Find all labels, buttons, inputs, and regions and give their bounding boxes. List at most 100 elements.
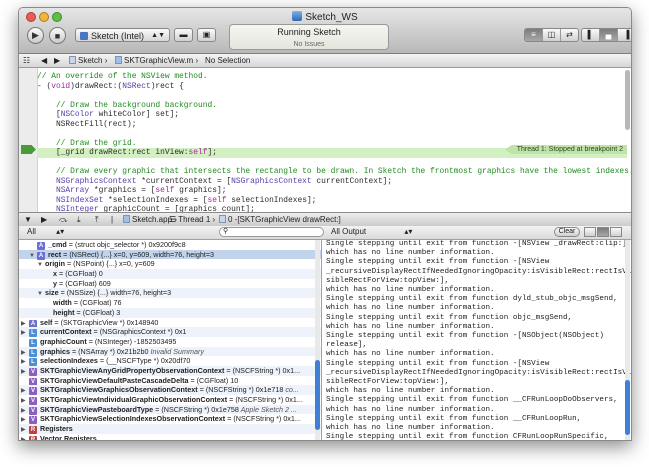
variable-value: = (NSCFString *) 0x1... bbox=[224, 365, 301, 375]
variable-row[interactable]: A _cmd = (struct objc_selector *) 0x9200f… bbox=[19, 240, 321, 250]
scheme-popup[interactable]: Sketch (Intel) ▲▼ bbox=[75, 28, 170, 42]
code-token: *selectionIndexes = [ bbox=[103, 195, 208, 205]
variable-row[interactable]: ▶ V SKTGraphicViewGraphicsObservationConte… bbox=[19, 385, 321, 396]
view-control[interactable]: ▌ ▄ ▐ bbox=[581, 28, 631, 42]
variable-row[interactable]: ▶ Lgraphics = (NSArray *) 0x21b2b0 Invali… bbox=[19, 346, 321, 357]
breadcrumb-selection[interactable]: No Selection bbox=[205, 54, 250, 67]
code-line[interactable] bbox=[37, 158, 627, 168]
variable-row[interactable]: ▼ size = (NSSize) {...} width=76, height=… bbox=[19, 288, 321, 299]
show-console-icon[interactable] bbox=[610, 227, 622, 237]
breadcrumb-file[interactable]: SKTGraphicView.m › bbox=[115, 54, 198, 67]
code-line[interactable]: NSArray *graphics = [self graphics]; bbox=[37, 186, 627, 196]
console-line: _recursiveDisplayRectIfNeededIgnoringOpa… bbox=[326, 368, 631, 377]
show-both-icon[interactable] bbox=[597, 227, 609, 237]
navigator-toggle-icon[interactable]: ▌ bbox=[582, 29, 600, 41]
assistant-editor-icon[interactable]: ◫ bbox=[543, 29, 561, 41]
debug-frame-crumb[interactable]: 0 -[SKTGraphicView drawRect:] bbox=[219, 213, 341, 226]
breadcrumb-project-label: Sketch bbox=[78, 56, 103, 65]
show-variables-icon[interactable] bbox=[584, 227, 596, 237]
variable-value: = (__NSCFType *) 0x20df70 bbox=[97, 356, 191, 366]
step-into-icon[interactable]: ⤓ bbox=[77, 213, 81, 226]
editor-mode-control[interactable]: ≡ ◫ ⇄ bbox=[524, 28, 579, 42]
variables-scope-popup[interactable]: All ▴▾ bbox=[23, 227, 64, 237]
stop-button[interactable]: ■ bbox=[49, 27, 66, 44]
step-over-icon[interactable]: ⤼ bbox=[59, 213, 68, 226]
scheme-label: Sketch (Intel) bbox=[91, 31, 145, 41]
code-token: NSIndexSet bbox=[55, 195, 104, 205]
console-output-popup[interactable]: All Output ▴▾ bbox=[327, 227, 412, 237]
console-scrollbar[interactable] bbox=[625, 240, 630, 440]
code-line[interactable]: // Draw the background background. bbox=[37, 101, 627, 111]
code-line[interactable] bbox=[37, 129, 627, 139]
breakpoints-button[interactable]: ▬ bbox=[174, 28, 193, 42]
variable-name: SKTGraphicViewDefaultPasteCascadeDelta bbox=[40, 375, 189, 385]
step-out-icon[interactable]: ⤒ bbox=[95, 213, 99, 226]
variable-row[interactable]: LgraphicCount = (NSInteger) -1852503495 bbox=[19, 337, 321, 347]
console-line: which has no line number information. bbox=[326, 249, 495, 258]
code-token: // An override of the NSView method. bbox=[37, 72, 208, 81]
variable-row[interactable]: ▶ LcurrentContext = (NSGraphicsContext *)… bbox=[19, 327, 321, 338]
variable-row[interactable]: ▶ V SKTGraphicViewSelectionIndexesObservat… bbox=[19, 414, 321, 425]
search-icon: ⚲ bbox=[223, 228, 229, 235]
code-line[interactable]: // An override of the NSView method. bbox=[37, 72, 627, 82]
variable-row[interactable]: ▶ R Vector Registers bbox=[19, 434, 321, 440]
run-button[interactable]: ▶ bbox=[27, 27, 44, 44]
frame-icon bbox=[219, 215, 226, 223]
hide-debug-area-icon[interactable]: ▼ bbox=[24, 213, 32, 226]
variable-row[interactable]: V SKTGraphicViewDefaultPasteCascadeDelta … bbox=[19, 376, 321, 386]
breakpoint-line: Thread 1: Stopped at breakpoint 2 bbox=[19, 145, 631, 154]
variable-row[interactable]: ▶ R Registers bbox=[19, 424, 321, 435]
debug-thread-crumb[interactable]: ☰ Thread 1 › bbox=[169, 213, 215, 226]
code-line[interactable]: NSGraphicsContext *currentContext = [NSG… bbox=[37, 177, 627, 187]
clear-console-button[interactable]: Clear bbox=[554, 227, 580, 237]
standard-editor-icon[interactable]: ≡ bbox=[525, 29, 543, 41]
variables-scrollbar[interactable] bbox=[315, 240, 320, 440]
editor-scrollbar[interactable] bbox=[625, 70, 630, 130]
code-line[interactable]: NSIndexSet *selectionIndexes = [self sel… bbox=[37, 196, 627, 206]
code-line[interactable]: // Draw every graphic that intersects th… bbox=[37, 167, 631, 177]
code-line[interactable]: - (void)drawRect:(NSRect)rect { bbox=[37, 82, 627, 92]
code-line[interactable]: NSRectFill(rect); bbox=[37, 120, 627, 130]
variable-row[interactable]: width = (CGFloat) 76 bbox=[19, 298, 321, 308]
utilities-toggle-icon[interactable]: ▐ bbox=[618, 29, 631, 41]
breakpoint-arrow-icon[interactable] bbox=[21, 145, 36, 154]
editor-gutter[interactable] bbox=[19, 68, 38, 212]
forward-icon[interactable]: ▶ bbox=[54, 54, 60, 67]
variable-name: graphics bbox=[40, 346, 70, 356]
variable-row[interactable]: ▼ Arect = (NSRect) {...} x=0, y=609, widt… bbox=[19, 249, 321, 260]
debug-layout-control[interactable] bbox=[584, 227, 623, 237]
version-editor-icon[interactable]: ⇄ bbox=[561, 29, 578, 41]
code-token: NSGraphicsContext bbox=[231, 176, 312, 186]
variable-row[interactable]: ▶ V SKTGraphicViewPasteboardType = (NSCFSt… bbox=[19, 404, 321, 415]
breadcrumb-project[interactable]: Sketch › bbox=[69, 54, 107, 67]
variable-row[interactable]: ▶ V SKTGraphicViewIndividualGraphicObserva… bbox=[19, 395, 321, 405]
variables-search-field[interactable]: ⚲ bbox=[219, 227, 324, 237]
window-button[interactable]: ▣ bbox=[197, 28, 216, 42]
variable-row[interactable]: ▶ V SKTGraphicViewAnyGridPropertyObservati… bbox=[19, 365, 321, 376]
console-view[interactable]: Single stepping until exit from function… bbox=[322, 240, 631, 440]
source-editor[interactable]: // An override of the NSView method. - (v… bbox=[19, 68, 631, 212]
back-icon[interactable]: ◀ bbox=[41, 54, 47, 67]
console-line: which has no line number information. bbox=[326, 286, 495, 295]
debug-frame-label: 0 -[SKTGraphicView drawRect:] bbox=[228, 215, 341, 224]
variable-row[interactable]: ▶ Aself = (SKTGraphicView *) 0x148940 bbox=[19, 318, 321, 328]
variable-row[interactable]: x = (CGFloat) 0 bbox=[19, 269, 321, 279]
variable-name: rect bbox=[48, 249, 62, 259]
disclosure-triangle-icon[interactable]: ▶ bbox=[21, 436, 29, 440]
thread-stopped-badge: Thread 1: Stopped at breakpoint 2 bbox=[504, 145, 627, 154]
console-scroll-thumb[interactable] bbox=[625, 380, 630, 435]
variable-row[interactable]: ▶ LselectionIndexes = (__NSCFType *) 0x20… bbox=[19, 356, 321, 367]
debug-area-toggle-icon[interactable]: ▄ bbox=[600, 29, 618, 41]
variables-view[interactable]: A _cmd = (struct objc_selector *) 0x9200f… bbox=[19, 240, 322, 440]
code-line[interactable] bbox=[37, 91, 627, 101]
variable-row[interactable]: ▼ origin = (NSPoint) {...} x=0, y=609 bbox=[19, 259, 321, 269]
variable-row[interactable]: height = (CGFloat) 3 bbox=[19, 307, 321, 318]
variable-row[interactable]: y = (CGFloat) 609 bbox=[19, 279, 321, 289]
code-text[interactable]: // An override of the NSView method. - (v… bbox=[37, 72, 631, 212]
related-items-icon[interactable]: ☷ bbox=[23, 54, 30, 67]
pause-continue-icon[interactable]: ▶ bbox=[41, 213, 47, 226]
variables-scroll-thumb[interactable] bbox=[315, 360, 320, 430]
code-line[interactable]: [NSColor whiteColor] set]; bbox=[37, 110, 627, 120]
variable-value: = (NSInteger) -1852503495 bbox=[86, 336, 177, 346]
code-line[interactable]: NSInteger graphicCount = [graphics count… bbox=[37, 205, 627, 212]
